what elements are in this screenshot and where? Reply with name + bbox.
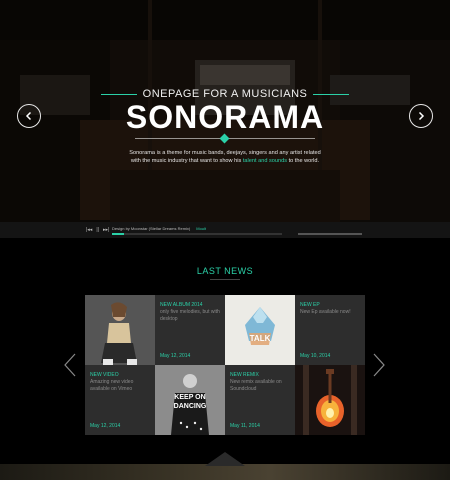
section-arrow-decoration [205,452,245,466]
news-card-label: NEW VIDEO [90,372,119,378]
track-author: Moult [196,226,207,231]
hero-description: Sonorama is a theme for music bands, dee… [0,149,450,165]
desc-highlight: talent and sounds [242,158,288,164]
news-card-label: NEW REMIX [230,372,259,378]
hero-brand-title: SONORAMA [125,99,325,135]
last-news-section: LAST NEWS NEW ALBUM 2014 only five melod… [0,238,450,480]
news-prev-button[interactable] [63,353,77,377]
news-grid: NEW ALBUM 2014 only five melodies, but w… [85,295,365,435]
news-card-ep[interactable]: NEW EP New Ep available now! May 10, 201… [295,295,365,365]
desc-text: with the music industry that want to sho… [130,158,243,164]
player-controls: |◂◂ || ▸▸| [86,227,109,233]
track-title: Design by Moonstar (Stellar Dreams Remix… [112,226,191,231]
page: ONEPAGE FOR A MUSICIANS SONORAMA Sonoram… [0,0,450,480]
chevron-right-icon [373,353,385,377]
news-image-keep-on-dancing[interactable]: KEEP ON DANCING [155,365,225,435]
news-card-text: only five melodies, but with desktop [160,309,220,322]
track-progress-fill [112,233,124,235]
news-card-text: New remix available on Soundcloud [230,379,282,392]
news-section-title: LAST NEWS [196,266,254,276]
chevron-left-icon [64,353,76,377]
news-title-underline [210,279,240,280]
news-image-guitar-fire[interactable] [295,365,365,435]
album-cover-talk-icon: TALK [225,295,295,365]
player-pause-button[interactable]: || [96,227,99,233]
news-card-label: NEW EP [300,302,320,308]
news-card-date: May 12, 2014 [90,423,121,429]
news-card-label: NEW ALBUM 2014 [160,302,203,308]
next-section-preview [0,464,450,480]
player-next-button[interactable]: ▸▸| [103,227,109,233]
news-card-text: Amazing new video available on Vimeo [90,379,134,392]
hero-slider: ONEPAGE FOR A MUSICIANS SONORAMA Sonoram… [0,0,450,222]
diamond-icon [219,133,230,144]
news-card-date: May 10, 2014 [300,353,331,359]
track-info: Design by Moonstar (Stellar Dreams Remix… [112,226,206,231]
news-image-talk-cover[interactable]: TALK [225,295,295,365]
news-card-video[interactable]: NEW VIDEO Amazing new video available on… [85,365,155,435]
cover-title-text: TALK [250,334,271,343]
hero-description-line-1: Sonorama is a theme for music bands, dee… [129,150,321,156]
news-image-singer[interactable] [85,295,155,365]
news-card-album[interactable]: NEW ALBUM 2014 only five melodies, but w… [155,295,225,365]
desc-text-end: to the world. [287,158,320,164]
poster-text-line-2: DANCING [174,403,207,410]
tagline-line-left [100,93,137,95]
track-progress-bar[interactable] [112,233,282,235]
news-next-button[interactable] [372,353,386,377]
volume-slider[interactable] [298,233,362,235]
news-card-date: May 11, 2014 [230,423,260,429]
audio-player: |◂◂ || ▸▸| Design by Moonstar (Stellar D… [0,222,450,238]
hero-divider [135,133,315,144]
player-prev-button[interactable]: |◂◂ [86,227,92,233]
news-card-date: May 12, 2014 [160,353,191,359]
hero-description-line-2: with the music industry that want to sho… [0,157,450,165]
news-card-remix[interactable]: NEW REMIX New remix available on Soundcl… [225,365,295,435]
singer-photo-icon [85,295,155,365]
hero-caption: ONEPAGE FOR A MUSICIANS SONORAMA Sonoram… [0,88,450,165]
poster-text-line-1: KEEP ON [174,394,205,401]
tagline-line-right [313,93,350,95]
guitar-on-fire-icon [295,365,365,435]
news-card-text: New Ep available now! [300,309,351,315]
keep-on-dancing-poster-icon: KEEP ON DANCING [155,365,225,435]
